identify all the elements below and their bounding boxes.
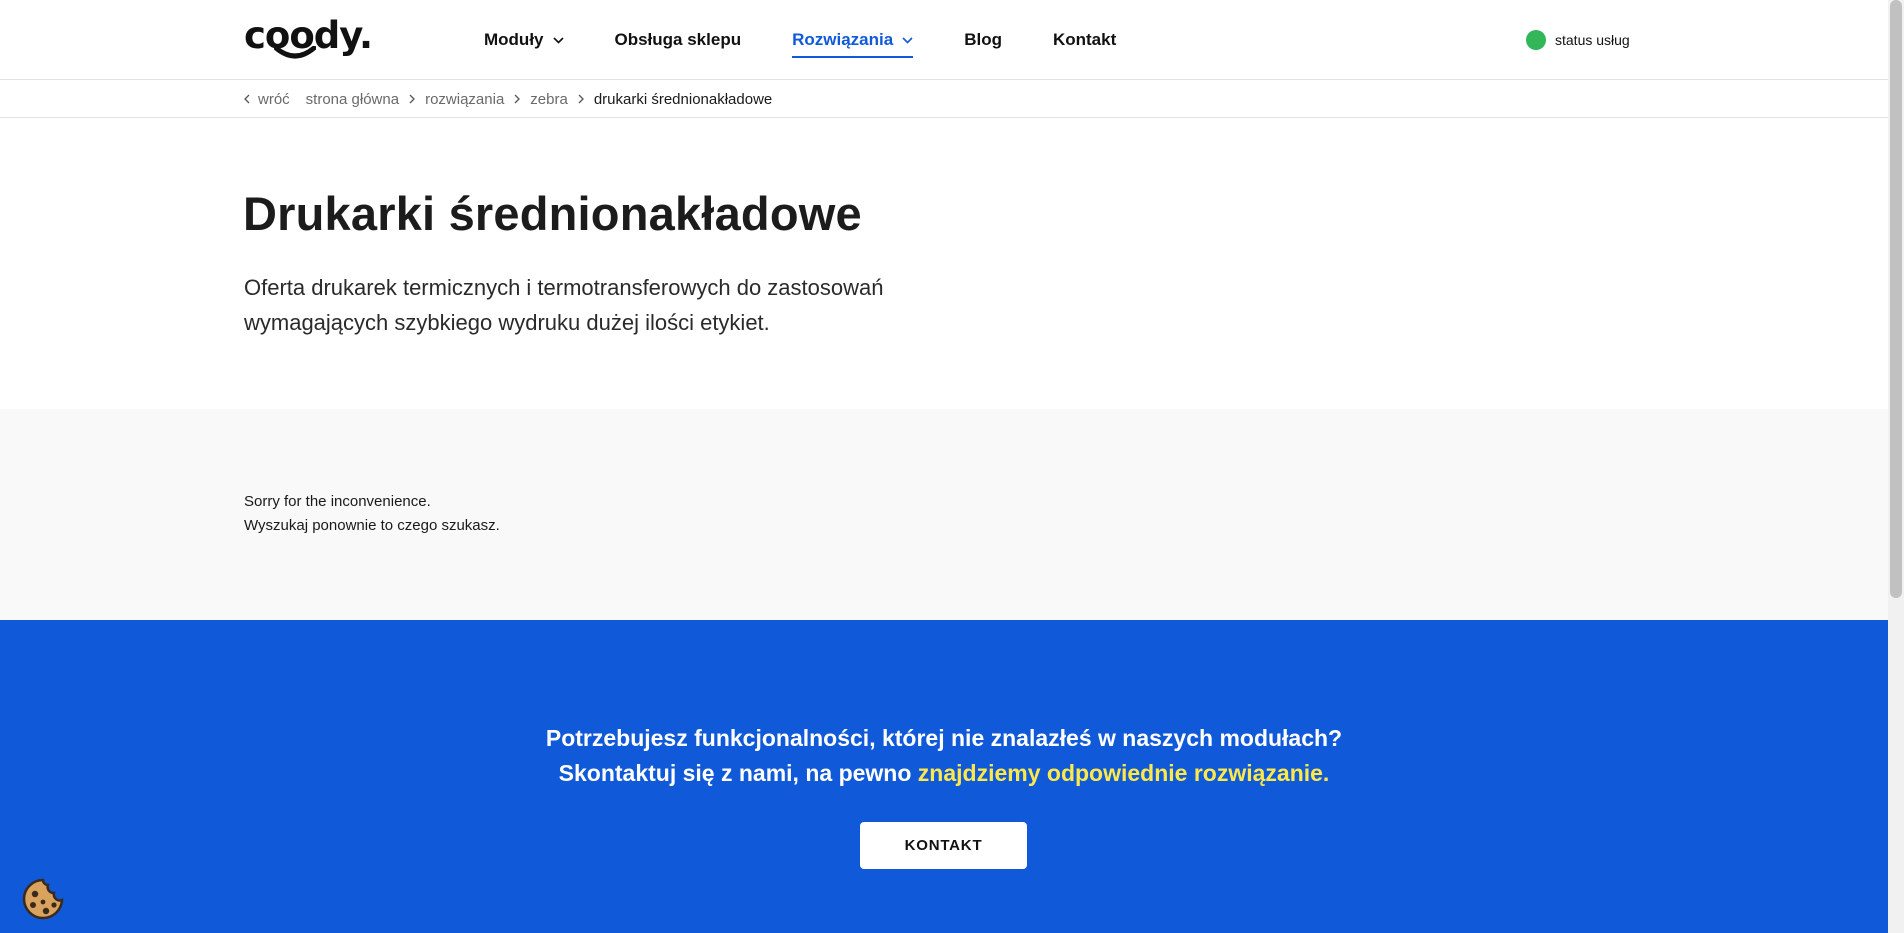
vertical-scrollbar[interactable] (1888, 0, 1904, 933)
cta-line-1: Potrzebujesz funkcjonalności, której nie… (545, 725, 1343, 751)
back-link[interactable]: wróć (244, 91, 290, 108)
chevron-right-icon (514, 94, 521, 104)
cookie-settings-button[interactable] (22, 878, 64, 920)
chevron-right-icon (409, 94, 415, 104)
cta-highlight: znajdziemy odpowiednie rozwiązanie. (917, 760, 1330, 786)
nav-item-moduly[interactable]: Moduły (484, 0, 564, 80)
cookie-icon (22, 878, 64, 920)
nav-item-obsluga-sklepu[interactable]: Obsługa sklepu (615, 0, 742, 80)
nav-item-rozwiazania[interactable]: Rozwiązania (792, 0, 914, 80)
nav-item-label: Obsługa sklepu (614, 30, 742, 49)
back-label: wróć (258, 90, 290, 108)
contact-button[interactable]: KONTAKT (860, 822, 1027, 869)
breadcrumb-item-rozwiazania[interactable]: rozwiązania (425, 91, 504, 108)
cta-line-2: Skontaktuj się z nami, na pewno znajdzie… (0, 760, 1888, 787)
message-line-1: Sorry for the inconvenience. (244, 493, 431, 510)
nav-item-label: Moduły (484, 30, 544, 49)
logo-smile-icon (274, 46, 316, 59)
empty-results-section: Sorry for the inconvenience. Wyszukaj po… (0, 409, 1888, 620)
nav-item-label: Kontakt (1052, 30, 1117, 49)
nav-item-label: Rozwiązania (792, 30, 894, 49)
status-label: status usług (1555, 32, 1630, 48)
hero-section: Drukarki średnionakładowe Oferta drukare… (0, 118, 1888, 409)
chevron-right-icon (578, 94, 584, 104)
page-title: Drukarki średnionakładowe (243, 187, 862, 240)
breadcrumb-current: drukarki średnionakładowe (593, 90, 773, 108)
service-status-link[interactable]: status usług (1526, 30, 1630, 50)
nav-item-blog[interactable]: Blog (964, 0, 1002, 80)
nav-item-kontakt[interactable]: Kontakt (1053, 0, 1116, 80)
chevron-down-icon (552, 36, 564, 44)
breadcrumb-item-home[interactable]: strona główna (306, 91, 399, 108)
logo[interactable]: coody. (244, 16, 373, 62)
message-line-2: Wyszukaj ponownie to czego szukasz. (244, 517, 500, 534)
status-indicator-icon (1526, 30, 1546, 50)
nav-item-label: Blog (964, 30, 1002, 49)
chevron-down-icon (902, 36, 913, 44)
site-header: coody. Moduły Obsługa sklepu Rozwiązania… (0, 0, 1888, 80)
page-description: Oferta drukarek termicznych i termotrans… (244, 270, 944, 340)
description-line-2: wymagających szybkiego wydruku dużej ilo… (244, 310, 770, 335)
breadcrumb: wróć strona główna rozwiązania zebra dru… (0, 80, 1888, 118)
description-line-1: Oferta drukarek termicznych i termotrans… (244, 275, 884, 300)
cta-line-2-text: Skontaktuj się z nami, na pewno (558, 760, 918, 786)
chevron-left-icon (244, 94, 250, 104)
breadcrumb-item-zebra[interactable]: zebra (530, 91, 568, 108)
scrollbar-thumb[interactable] (1890, 0, 1902, 598)
breadcrumb-list: wróć strona główna rozwiązania zebra dru… (244, 80, 772, 118)
main-nav: Moduły Obsługa sklepu Rozwiązania Blog K… (484, 0, 1167, 80)
contact-cta-section: Potrzebujesz funkcjonalności, której nie… (0, 620, 1888, 933)
